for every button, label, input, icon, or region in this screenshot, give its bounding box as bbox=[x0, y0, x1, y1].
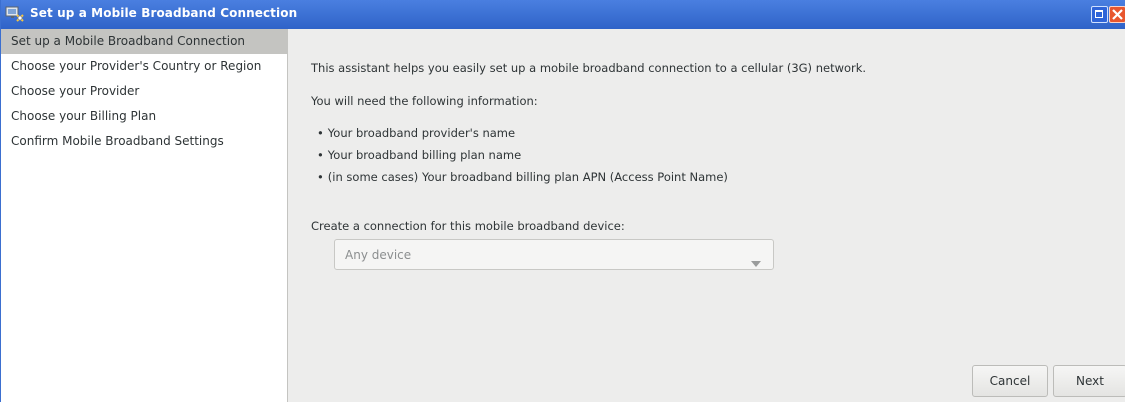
bullet-item: • Your broadband billing plan name bbox=[317, 148, 522, 162]
title-bar[interactable]: Set up a Mobile Broadband Connection bbox=[1, 0, 1125, 29]
wizard-steps-sidebar: Set up a Mobile Broadband Connection Cho… bbox=[1, 29, 288, 402]
need-info-text: You will need the following information: bbox=[311, 94, 538, 108]
step-item-setup[interactable]: Set up a Mobile Broadband Connection bbox=[1, 29, 287, 54]
step-item-provider[interactable]: Choose your Provider bbox=[1, 79, 287, 104]
step-item-country[interactable]: Choose your Provider's Country or Region bbox=[1, 54, 287, 79]
window-title: Set up a Mobile Broadband Connection bbox=[30, 6, 298, 20]
close-icon bbox=[1112, 9, 1123, 20]
network-wizard-icon bbox=[5, 5, 25, 23]
step-item-label: Set up a Mobile Broadband Connection bbox=[11, 34, 246, 48]
step-item-confirm[interactable]: Confirm Mobile Broadband Settings bbox=[1, 129, 287, 154]
chevron-down-icon bbox=[751, 252, 761, 271]
device-select-value: Any device bbox=[345, 248, 412, 262]
device-label: Create a connection for this mobile broa… bbox=[311, 219, 625, 233]
step-item-label: Choose your Provider's Country or Region bbox=[11, 59, 262, 73]
step-item-billing-plan[interactable]: Choose your Billing Plan bbox=[1, 104, 287, 129]
step-item-label: Choose your Provider bbox=[11, 84, 140, 98]
cancel-button[interactable]: Cancel bbox=[972, 365, 1048, 397]
next-button[interactable]: Next bbox=[1053, 365, 1125, 397]
bullet-item: • (in some cases) Your broadband billing … bbox=[317, 170, 728, 184]
step-item-label: Confirm Mobile Broadband Settings bbox=[11, 134, 224, 148]
step-item-label: Choose your Billing Plan bbox=[11, 109, 157, 123]
wizard-window: Set up a Mobile Broadband Connection Set… bbox=[0, 0, 1125, 402]
wizard-content: This assistant helps you easily set up a… bbox=[288, 29, 1125, 402]
close-button[interactable] bbox=[1109, 6, 1125, 23]
maximize-button[interactable] bbox=[1091, 6, 1108, 23]
maximize-icon bbox=[1095, 10, 1103, 18]
bullet-item: • Your broadband provider's name bbox=[317, 126, 516, 140]
device-select[interactable]: Any device bbox=[334, 239, 774, 270]
intro-text: This assistant helps you easily set up a… bbox=[311, 61, 867, 75]
